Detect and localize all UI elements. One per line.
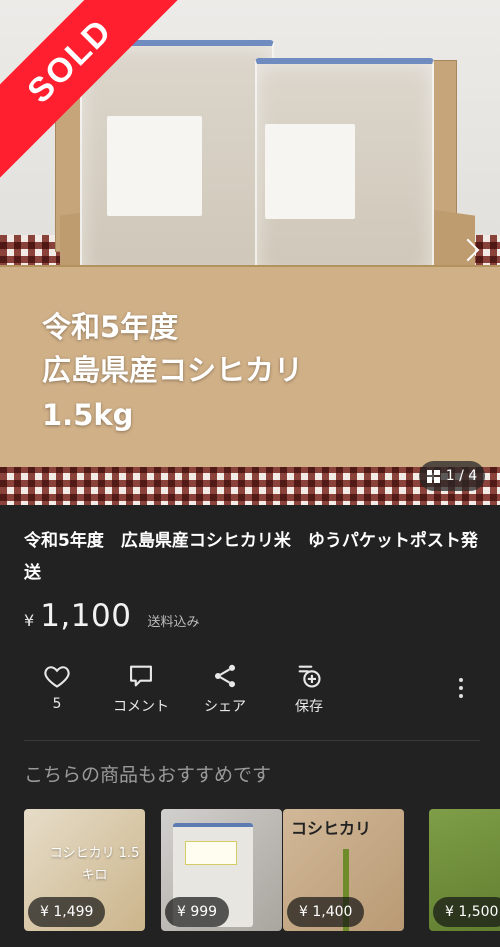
item-price: 1,100 <box>40 598 132 634</box>
item-price-badge: ¥ 1,500 <box>433 897 500 927</box>
share-icon <box>214 664 236 688</box>
share-button[interactable]: シェア <box>185 662 265 716</box>
product-image-carousel[interactable]: 令和5年度 広島県産コシヒカリ 1.5kg SOLD 1 / 4 <box>0 0 500 505</box>
photo-rice-bag <box>80 40 274 278</box>
recommendations-heading: こちらの商品もおすすめです <box>24 764 272 786</box>
image-counter[interactable]: 1 / 4 <box>419 461 485 491</box>
recommended-item[interactable]: コシヒカリ 1.5キロ ¥ 1,499 <box>24 809 145 931</box>
like-button[interactable]: 5 <box>17 662 97 712</box>
save-list-add-icon <box>298 665 321 688</box>
currency-symbol: ¥ <box>24 611 35 630</box>
item-image-text: コシヒカリ <box>291 819 372 838</box>
grid-icon <box>426 469 440 483</box>
recommended-item[interactable]: コシヒカリ ¥ 1,400 <box>283 809 404 931</box>
comment-button[interactable]: コメント <box>101 662 181 716</box>
item-price-badge: ¥ 1,400 <box>287 897 365 927</box>
image-overlay-text: 広島県産コシヒカリ <box>42 353 304 387</box>
divider <box>24 740 480 741</box>
recommended-item[interactable]: ¥ 999 <box>161 809 282 931</box>
heart-icon <box>44 666 70 688</box>
photo-rice-bag <box>255 58 434 278</box>
item-price-badge: ¥ 1,499 <box>28 897 106 927</box>
shipping-included-label: 送料込み <box>147 615 200 630</box>
action-bar: 5 コメント シェア 保存 <box>0 662 500 724</box>
save-label: 保存 <box>295 699 323 715</box>
item-price-badge: ¥ 999 <box>165 897 230 927</box>
like-count: 5 <box>52 696 62 712</box>
price-row: ¥ 1,100 送料込み <box>24 598 199 634</box>
comment-label: コメント <box>113 699 169 715</box>
item-image-text: コシヒカリ 1.5キロ <box>49 846 140 883</box>
recommendations-list: コシヒカリ 1.5キロ ¥ 1,499 ¥ 999 コシヒカリ ¥ 1,400 … <box>24 809 500 934</box>
save-button[interactable]: 保存 <box>269 662 349 716</box>
share-label: シェア <box>204 699 246 715</box>
more-options-icon[interactable] <box>458 678 464 698</box>
image-counter-text: 1 / 4 <box>445 468 478 484</box>
item-title: 令和5年度 広島県産コシヒカリ米 ゆうパケットポスト発送 <box>24 531 478 583</box>
image-overlay-text: 令和5年度 <box>42 310 179 344</box>
recommended-item[interactable]: ¥ 1,500 <box>429 809 500 931</box>
image-overlay-text: 1.5kg <box>42 398 134 432</box>
comment-icon <box>130 665 152 687</box>
